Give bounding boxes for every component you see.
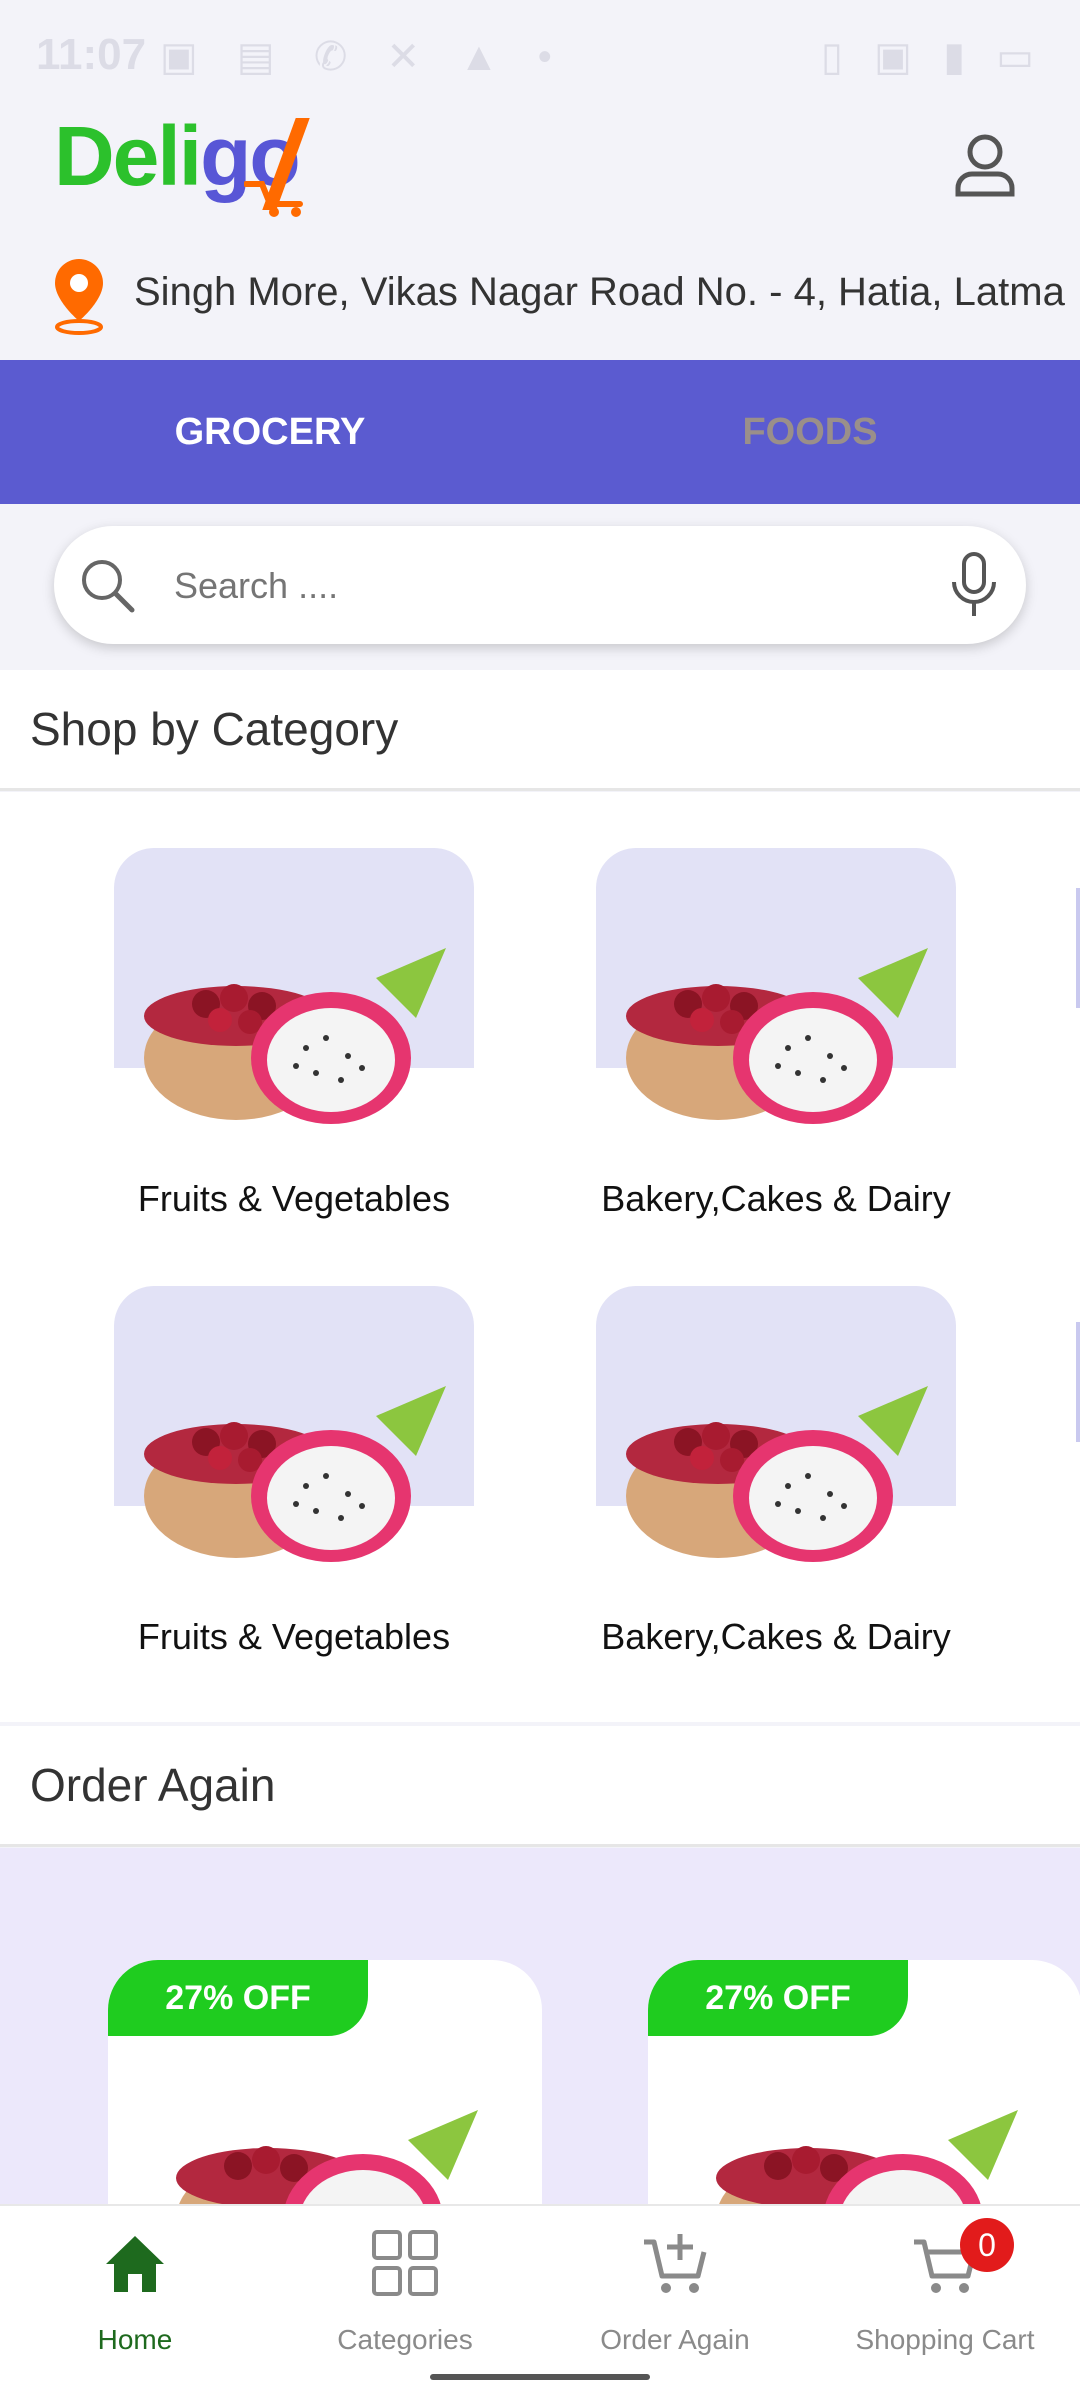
discount-badge: 27% OFF	[108, 1960, 368, 2036]
home-indicator[interactable]	[430, 2374, 650, 2380]
category-card[interactable]: Fruits & Vegetables	[114, 848, 474, 1219]
search-input[interactable]	[172, 550, 876, 622]
nav-label: Shopping Cart	[855, 2324, 1035, 2355]
section-title: Shop by Category	[30, 703, 399, 755]
store-tabs: GROCERY FOODS	[0, 360, 1080, 504]
order-again-list: 27% OFF 27% OFF	[0, 1848, 1080, 2360]
logo-cart-icon	[244, 181, 303, 217]
search-bar[interactable]	[54, 526, 1026, 644]
category-grid: Fruits & Vegetables Bakery,Cakes & Dairy…	[0, 792, 1080, 1722]
next-card-edge	[1076, 888, 1080, 1008]
status-bar: 11:07 ▣ ▤ ✆ ✕ ▲ • ▯ ▣ ▮ ▭	[0, 0, 1080, 110]
fruit-bowl-image	[144, 1386, 446, 1562]
category-card[interactable]: Bakery,Cakes & Dairy	[596, 848, 956, 1219]
status-system-icons: ▯ ▣ ▮ ▭	[821, 35, 1044, 79]
nav-label: Categories	[337, 2324, 473, 2355]
grid-icon	[372, 2230, 438, 2296]
nav-label: Order Again	[600, 2324, 750, 2355]
nav-label: Home	[97, 2324, 173, 2355]
nav-categories[interactable]: Categories	[270, 2206, 540, 2376]
nav-order-again[interactable]: Order Again	[540, 2206, 810, 2376]
fruit-bowl-image	[144, 948, 446, 1124]
delivery-location[interactable]: Singh More, Vikas Nagar Road No. - 4, Ha…	[0, 240, 1080, 350]
home-icon	[106, 2236, 164, 2292]
status-notification-icons: ▣ ▤ ✆ ✕ ▲ •	[160, 35, 566, 79]
search-icon[interactable]	[76, 554, 138, 616]
tab-grocery[interactable]: GROCERY	[0, 360, 540, 504]
order-again-header: Order Again	[0, 1726, 1080, 1847]
fruit-bowl-image	[626, 948, 928, 1124]
category-card[interactable]: Bakery,Cakes & Dairy	[596, 1286, 956, 1657]
bottom-navigation: Home Categories Order Again 0 Shopping C…	[0, 2204, 1080, 2402]
category-label: Fruits & Vegetables	[137, 1616, 451, 1657]
category-label: Bakery,Cakes & Dairy	[601, 1616, 951, 1657]
next-card-edge	[1076, 1322, 1080, 1442]
app-logo[interactable]: Deligo	[54, 108, 344, 220]
location-address: Singh More, Vikas Nagar Road No. - 4, Ha…	[134, 270, 1065, 314]
nav-shopping-cart[interactable]: 0 Shopping Cart	[810, 2206, 1080, 2376]
microphone-icon[interactable]	[944, 550, 1004, 620]
category-card[interactable]: Fruits & Vegetables	[114, 1286, 474, 1657]
category-label: Fruits & Vegetables	[137, 1178, 451, 1219]
cart-plus-icon	[644, 2234, 707, 2293]
tab-foods[interactable]: FOODS	[540, 360, 1080, 504]
discount-badge: 27% OFF	[648, 1960, 908, 2036]
fruit-bowl-image	[626, 1386, 928, 1562]
shop-by-category-header: Shop by Category	[0, 670, 1080, 791]
cart-count-badge: 0	[960, 2218, 1014, 2272]
nav-home[interactable]: Home	[0, 2206, 270, 2376]
section-title: Order Again	[30, 1759, 276, 1811]
status-time: 11:07	[36, 30, 147, 79]
profile-icon[interactable]	[950, 130, 1020, 200]
category-label: Bakery,Cakes & Dairy	[601, 1178, 951, 1219]
location-pin-icon	[55, 259, 103, 335]
